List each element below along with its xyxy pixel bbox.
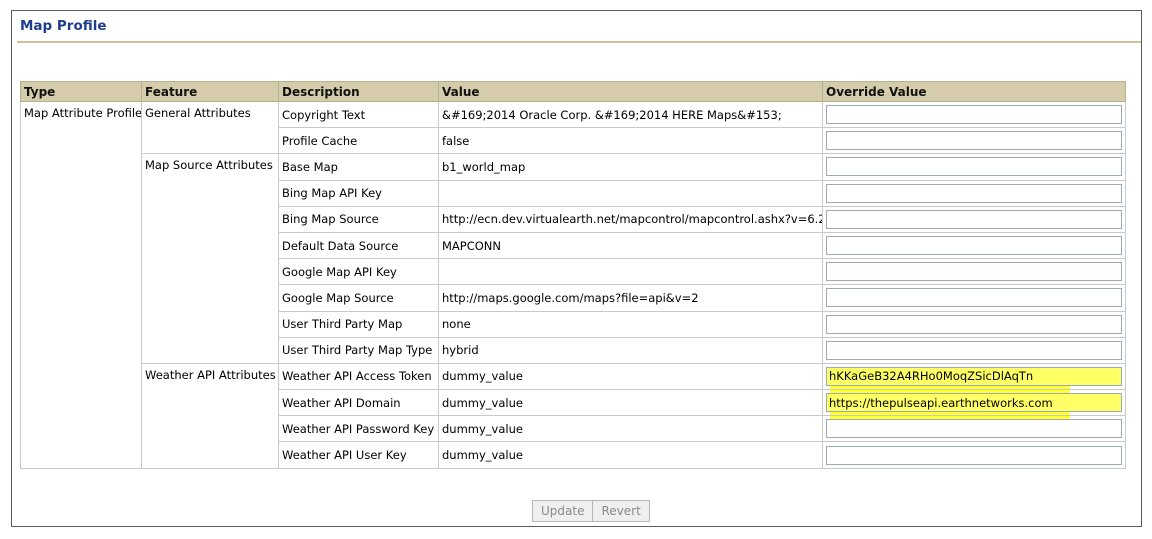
- description-cell: Weather API User Key: [278, 441, 439, 469]
- override-cell: [822, 310, 1126, 338]
- description-cell: Bing Map API Key: [278, 179, 439, 207]
- description-cell: User Third Party Map: [278, 310, 439, 338]
- override-input-google-map-api-key[interactable]: [826, 262, 1122, 282]
- type-cell: Map Attribute Profile: [20, 101, 142, 469]
- override-cell: [822, 389, 1126, 417]
- override-input-user-third-party-map-type[interactable]: [826, 340, 1122, 360]
- update-button[interactable]: Update: [532, 500, 594, 522]
- value-cell: &#169;2014 Oracle Corp. &#169;2014 HERE …: [438, 100, 823, 129]
- override-input-google-map-source[interactable]: [826, 288, 1122, 308]
- override-cell: [822, 231, 1126, 260]
- description-cell: Weather API Access Token: [278, 362, 439, 391]
- description-cell: Weather API Password Key: [278, 415, 439, 443]
- header-type: Type: [20, 81, 142, 102]
- header-override-value: Override Value: [822, 81, 1126, 102]
- value-cell: dummy_value: [438, 389, 823, 417]
- value-cell: dummy_value: [438, 441, 823, 469]
- description-cell: Google Map API Key: [278, 258, 439, 286]
- value-cell: b1_world_map: [438, 153, 823, 181]
- value-cell: dummy_value: [438, 415, 823, 443]
- description-cell: Base Map: [278, 153, 439, 181]
- override-cell: [822, 284, 1126, 312]
- value-cell: false: [438, 127, 823, 155]
- header-description: Description: [278, 81, 439, 102]
- override-input-weather-api-access-token[interactable]: [826, 366, 1122, 386]
- value-cell: dummy_value: [438, 362, 823, 391]
- map-profile-table: Type Feature Description Value Override …: [20, 81, 1126, 469]
- override-input-profile-cache[interactable]: [826, 131, 1122, 151]
- revert-button[interactable]: Revert: [593, 500, 650, 522]
- value-cell: [438, 258, 823, 286]
- description-cell: Bing Map Source: [278, 205, 439, 233]
- table-row: Weather API Attributes Weather API Acces…: [21, 362, 1126, 469]
- override-cell: [822, 179, 1126, 207]
- override-input-base-map[interactable]: [826, 157, 1122, 177]
- override-input-bing-map-api-key[interactable]: [826, 183, 1122, 203]
- override-cell: [822, 153, 1126, 181]
- feature-weather-api: Weather API Attributes: [141, 362, 279, 469]
- header-value: Value: [438, 81, 823, 102]
- header-feature: Feature: [141, 81, 279, 102]
- override-input-weather-api-domain[interactable]: [826, 393, 1122, 413]
- override-cell: [822, 336, 1126, 364]
- description-cell: User Third Party Map Type: [278, 336, 439, 364]
- value-cell: none: [438, 310, 823, 338]
- override-cell: [822, 415, 1126, 443]
- description-cell: Weather API Domain: [278, 389, 439, 417]
- description-cell: Profile Cache: [278, 127, 439, 155]
- value-cell: http://ecn.dev.virtualearth.net/mapcontr…: [438, 205, 823, 233]
- override-input-weather-api-user-key[interactable]: [826, 445, 1122, 465]
- value-cell: http://maps.google.com/maps?file=api&v=2: [438, 284, 823, 312]
- title-divider: [17, 41, 1141, 43]
- page-title: Map Profile: [20, 18, 107, 34]
- override-input-bing-map-source[interactable]: [826, 209, 1122, 229]
- action-buttons: Update Revert: [532, 500, 650, 522]
- override-cell: [822, 258, 1126, 286]
- value-cell: MAPCONN: [438, 231, 823, 260]
- value-cell: [438, 179, 823, 207]
- override-input-user-third-party-map[interactable]: [826, 314, 1122, 334]
- feature-general: General Attributes: [141, 100, 279, 155]
- table-row: Map Attribute Profile General Attributes…: [20, 100, 1126, 469]
- override-input-weather-api-password-key[interactable]: [826, 419, 1122, 439]
- feature-map-source: Map Source Attributes: [141, 153, 279, 364]
- table-header-row: Type Feature Description Value Override …: [20, 81, 1126, 102]
- description-cell: Google Map Source: [278, 284, 439, 312]
- description-cell: Copyright Text: [278, 100, 439, 129]
- override-cell: [822, 362, 1126, 391]
- override-cell: [822, 441, 1126, 469]
- override-cell: [822, 205, 1126, 233]
- value-cell: hybrid: [438, 336, 823, 364]
- override-cell: [822, 100, 1126, 129]
- override-cell: [822, 127, 1126, 155]
- description-cell: Default Data Source: [278, 231, 439, 260]
- override-input-default-data-source[interactable]: [826, 236, 1122, 256]
- table-row: Map Source Attributes Base Map b1_world_…: [21, 153, 1126, 364]
- override-input-copyright-text[interactable]: [826, 105, 1122, 125]
